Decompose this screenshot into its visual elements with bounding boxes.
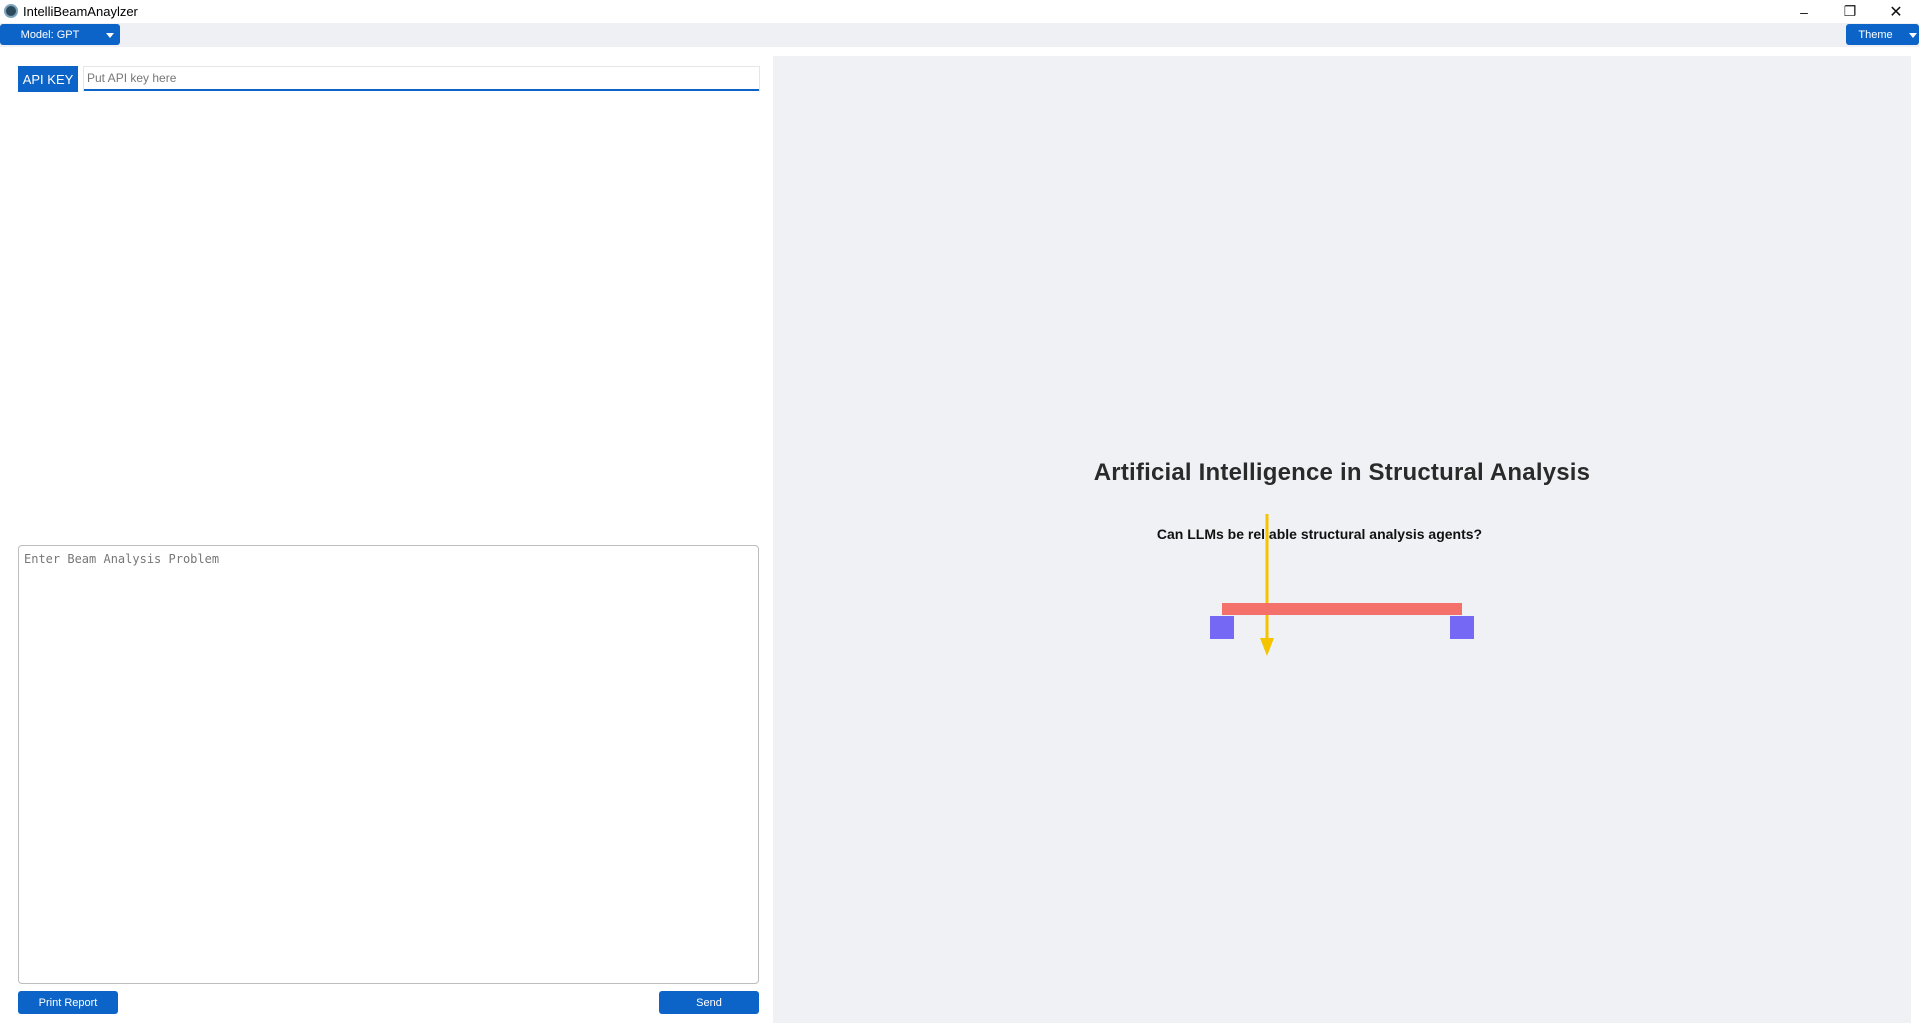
left-support	[1210, 616, 1234, 639]
model-dropdown[interactable]: Model: GPT	[0, 24, 120, 45]
restore-button[interactable]: ❐	[1827, 0, 1873, 23]
beam	[1222, 603, 1462, 615]
right-support	[1450, 616, 1474, 639]
minimize-button[interactable]: –	[1781, 0, 1827, 23]
api-key-label: API KEY	[18, 66, 78, 92]
chevron-down-icon	[1909, 33, 1917, 38]
window-title: IntelliBeamAnaylzer	[23, 4, 138, 19]
beam-diagram	[1210, 514, 1474, 656]
chevron-down-icon	[106, 33, 114, 38]
close-button[interactable]: ✕	[1873, 0, 1919, 23]
menu-strip	[0, 23, 1919, 47]
title-bar	[0, 0, 1919, 23]
model-dropdown-label: Model: GPT	[20, 28, 80, 41]
api-key-input[interactable]	[84, 67, 759, 91]
problem-input[interactable]	[18, 545, 759, 984]
splash-panel: Artificial Intelligence in Structural An…	[773, 56, 1911, 1023]
print-report-button[interactable]: Print Report	[18, 991, 118, 1014]
app-logo-icon	[4, 4, 18, 18]
theme-dropdown-label: Theme	[1858, 28, 1893, 41]
send-button[interactable]: Send	[659, 991, 759, 1014]
load-arrow-head	[1260, 638, 1274, 656]
